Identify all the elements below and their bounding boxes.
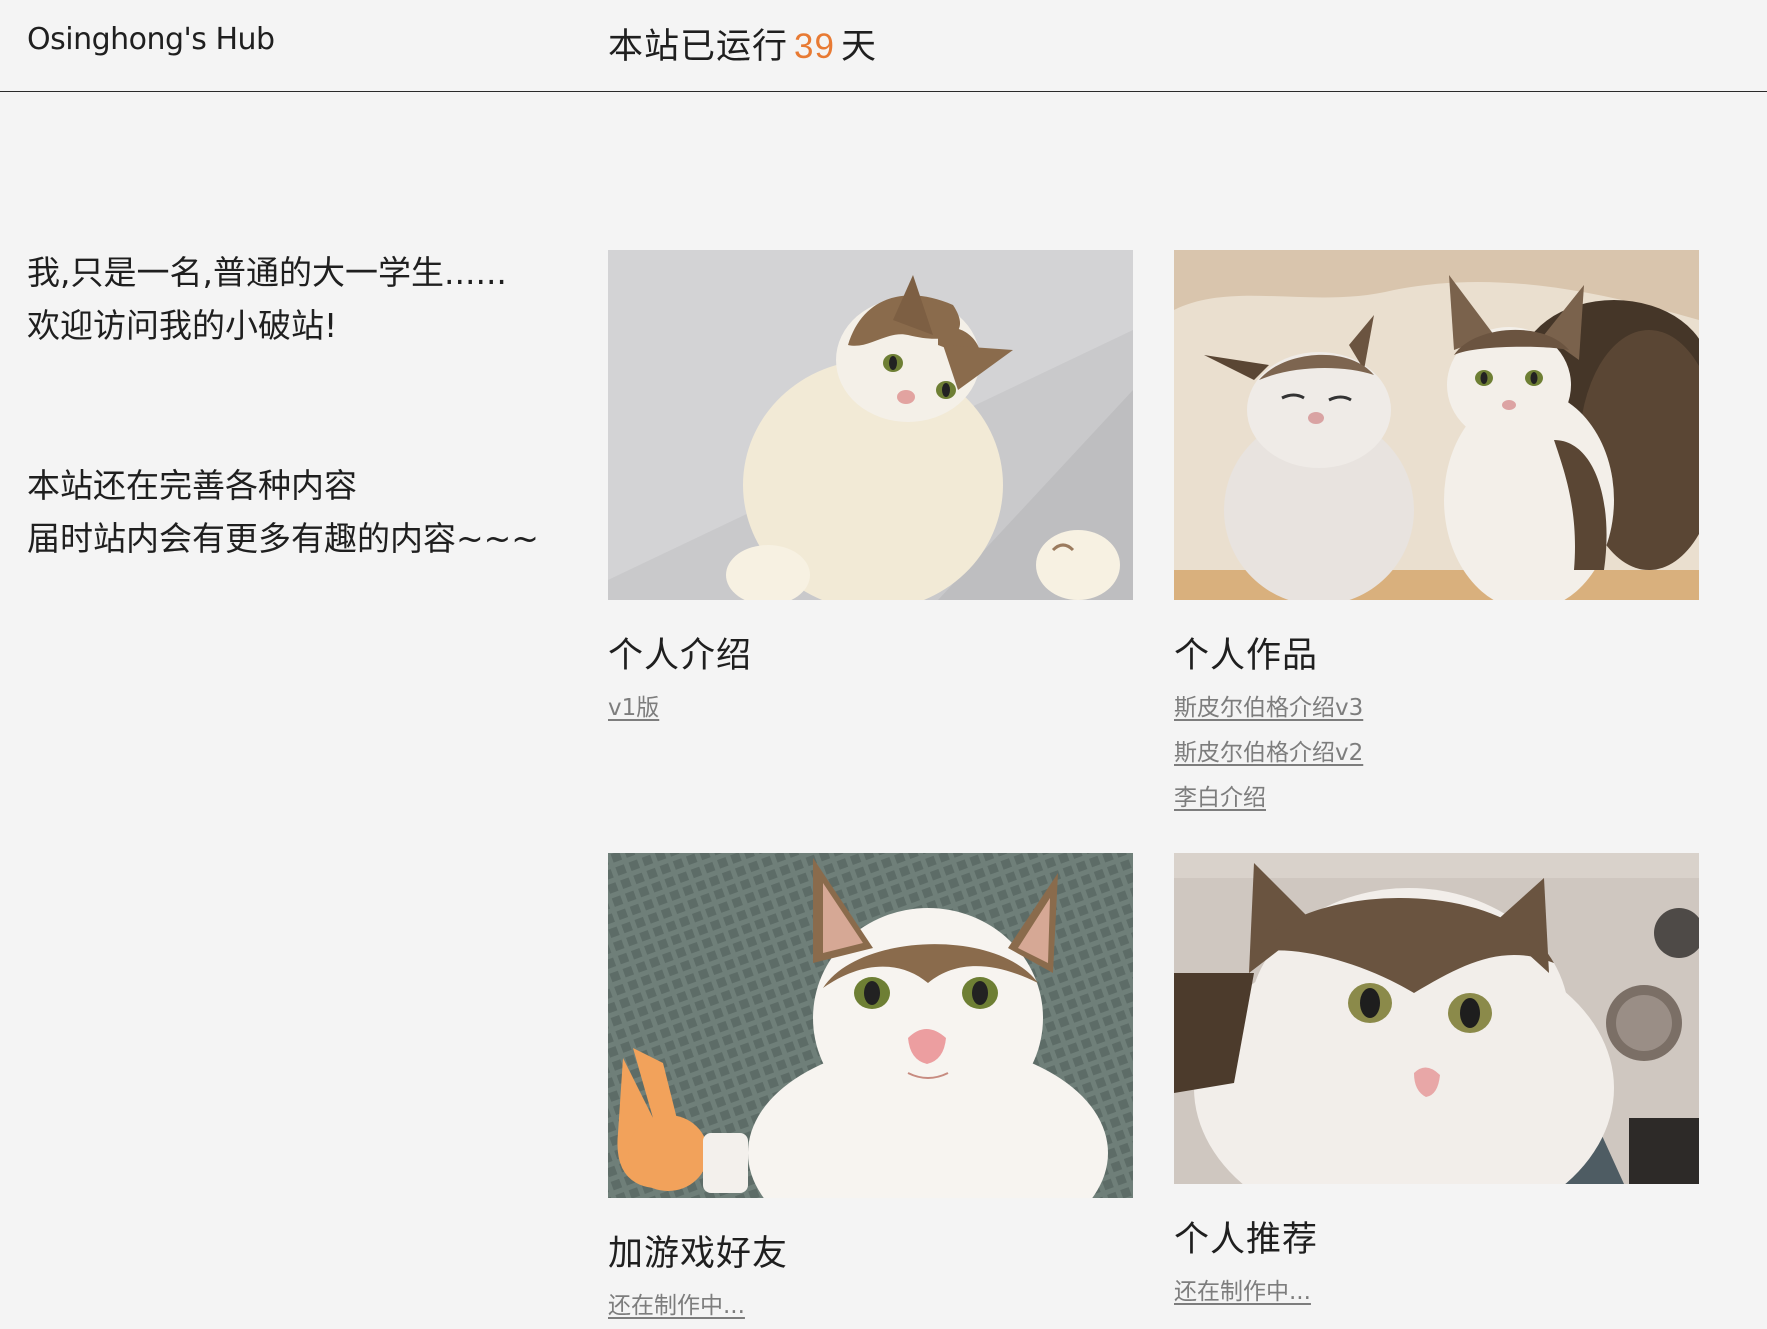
intro-line-4: 届时站内会有更多有趣的内容~~~ [27, 519, 539, 558]
card-links-recommendations: 还在制作中... [1174, 1270, 1699, 1315]
card-links-works: 斯皮尔伯格介绍v3 斯皮尔伯格介绍v2 李白介绍 [1174, 686, 1699, 821]
link-works-spielberg-v3[interactable]: 斯皮尔伯格介绍v3 [1174, 686, 1699, 731]
cat-photo-pair[interactable] [1174, 250, 1699, 600]
card-links-game-friends: 还在制作中... [608, 1284, 1133, 1329]
link-works-spielberg-v2[interactable]: 斯皮尔伯格介绍v2 [1174, 731, 1699, 776]
cat-photo-closeup[interactable] [1174, 853, 1699, 1184]
cat-photo-lying[interactable] [608, 250, 1133, 600]
card-title-game-friends: 加游戏好友 [608, 1234, 789, 1274]
intro-greeting: 我,只是一名,普通的大一学生...... 欢迎访问我的小破站! [27, 246, 547, 352]
card-title-about: 个人介绍 [608, 636, 753, 676]
intro-line-3: 本站还在完善各种内容 [27, 466, 357, 505]
link-about-v1[interactable]: v1版 [608, 686, 1133, 731]
site-header: Osinghong's Hub 本站已运行 39 天 [0, 0, 1767, 92]
cat-photo-peace-sign[interactable] [608, 853, 1133, 1198]
intro-notice: 本站还在完善各种内容 届时站内会有更多有趣的内容~~~ [27, 459, 547, 565]
card-about: 个人介绍 v1版 [608, 250, 1133, 731]
uptime-counter: 本站已运行 39 天 [608, 18, 877, 69]
intro-line-1: 我,只是一名,普通的大一学生...... [27, 253, 507, 292]
card-title-works: 个人作品 [1174, 636, 1319, 676]
uptime-suffix: 天 [840, 27, 877, 67]
card-links-about: v1版 [608, 686, 1133, 731]
link-recommendations-wip[interactable]: 还在制作中... [1174, 1270, 1699, 1315]
card-works: 个人作品 斯皮尔伯格介绍v3 斯皮尔伯格介绍v2 李白介绍 [1174, 250, 1699, 821]
card-title-recommendations: 个人推荐 [1174, 1220, 1319, 1260]
link-game-friends-wip[interactable]: 还在制作中... [608, 1284, 1133, 1329]
uptime-prefix: 本站已运行 [608, 27, 789, 67]
intro-line-2: 欢迎访问我的小破站! [27, 306, 338, 345]
card-game-friends: 加游戏好友 还在制作中... [608, 853, 1133, 1329]
site-title-link[interactable]: Osinghong's Hub [27, 22, 275, 57]
uptime-days: 39 [794, 27, 835, 66]
link-works-libai[interactable]: 李白介绍 [1174, 776, 1699, 821]
card-recommendations: 个人推荐 还在制作中... [1174, 853, 1699, 1315]
